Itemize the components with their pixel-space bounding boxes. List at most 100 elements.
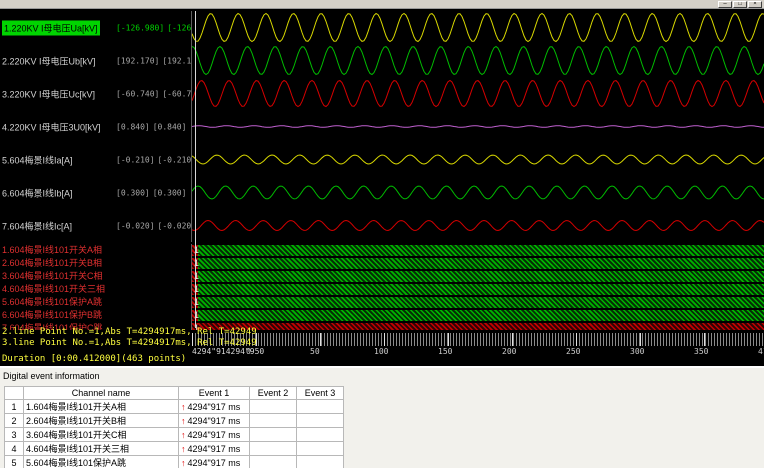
event2-cell [249,399,297,414]
state-on-segment [198,271,764,282]
event1-header: Event 1 [178,386,250,400]
digital-waveform-bar[interactable]: 1 [192,297,764,308]
time-ruler[interactable] [192,333,764,346]
event-channel-name: 2.604梅景I线101开关B相 [23,413,179,428]
waveform-area[interactable] [192,77,764,110]
row-number-header [4,386,24,400]
analog-channel-row[interactable]: 5.604梅景I线Ia[A] [-0.210][-0.210] [0,143,764,176]
state-on-segment [198,245,764,256]
duration-readout: Duration [0:00.412000](463 points) [2,354,187,364]
axis-tick-label: 50 [310,347,320,356]
waveform-area[interactable] [192,176,764,209]
digital-event-table: Channel name Event 1 Event 2 Event 3 1 1… [4,386,344,468]
channel-label-cell[interactable]: 2.220KV I母电压Ub[kV] [192.170][192.170] [0,44,192,77]
digital-channel-row[interactable]: 5.604梅景I线101保护A跳 1 [0,296,764,309]
event2-cell [249,455,297,468]
minimize-button[interactable]: – [718,1,732,8]
digital-waveform-bar[interactable]: 1 [192,245,764,256]
axis-tick-label: 350 [694,347,709,356]
cursor2-status-line: 2.line Point No.=1,Abs T=4294917ms, Rel … [2,327,257,337]
channel-label-cell[interactable]: 1.220KV I母电压Ua[kV] [-126.980][-126.980] [0,11,192,44]
event-row[interactable]: 4 4.604梅景I线101开关三相 ↑ 4294"917 ms [4,441,344,456]
analog-channel-label: 4.220KV I母电压3U0[kV] [2,122,101,132]
digital-waveform-bar[interactable]: 1 [192,323,764,330]
digital-waveform-bar[interactable]: 1 [192,258,764,269]
cursor1-value: [-126.980] [116,23,165,32]
cursor1-value: [0.300] [116,188,150,197]
maximize-button[interactable]: □ [733,1,747,8]
digital-channel-label: 1.604梅景I线101开关A相 [0,244,192,257]
digital-channel-list: 1.604梅景I线101开关A相 1 2.604梅景I线101开关B相 1 3.… [0,244,764,330]
cursor-values: [-126.980][-126.980] [116,23,191,32]
event3-cell [296,455,344,468]
channel-label-cell[interactable]: 6.604梅景I线Ib[A] [0.300] [0.300] [0,176,192,209]
channel-label-cell[interactable]: 3.220KV I母电压Uc[kV] [-60.740][-60.740] [0,77,192,110]
event2-cell [249,441,297,456]
waveform-area[interactable] [192,44,764,77]
rising-edge-icon: ↑ [181,457,186,468]
event-time: 4294"917 ms [187,443,241,454]
channel-label-cell[interactable]: 4.220KV I母电压3U0[kV] [0.840] [0.840] [0,110,192,143]
cursor1-value: [192.170] [116,56,160,65]
event-time: 4294"917 ms [187,415,241,426]
state-on-segment [198,310,764,321]
cursor-values: [0.300] [0.300] [116,188,186,197]
digital-channel-row[interactable]: 4.604梅景I线101开关三相 1 [0,283,764,296]
cursor2-value: [-60.740] [162,89,192,98]
analog-channel-list: 1.220KV I母电压Ua[kV] [-126.980][-126.980] … [0,11,764,242]
analog-channel-row[interactable]: 4.220KV I母电压3U0[kV] [0.840] [0.840] [0,110,764,143]
cursor-values: [-0.210][-0.210] [116,155,191,164]
waveform-area[interactable] [192,11,764,44]
digital-channel-row[interactable]: 2.604梅景I线101开关B相 1 [0,257,764,270]
cursor3-status-line: 3.line Point No.=1,Abs T=4294917ms, Rel … [2,338,257,348]
event-time: 4294"917 ms [187,429,241,440]
analog-channel-label: 1.220KV I母电压Ua[kV] [2,20,100,35]
digital-waveform-bar[interactable]: 1 [192,271,764,282]
cursor2-value: [0.840] [152,122,187,131]
event-row[interactable]: 2 2.604梅景I线101开关B相 ↑ 4294"917 ms [4,413,344,428]
analog-channel-row[interactable]: 6.604梅景I线Ib[A] [0.300] [0.300] [0,176,764,209]
row-number: 2 [4,413,24,428]
analog-channel-row[interactable]: 2.220KV I母电压Ub[kV] [192.170][192.170] [0,44,764,77]
cursor2-value: [-0.020] [157,221,192,230]
close-button[interactable]: × [748,1,762,8]
event1-cell: ↑ 4294"917 ms [178,427,250,442]
digital-waveform-bar[interactable]: 1 [192,284,764,295]
waveform-area[interactable] [192,143,764,176]
waveform-area[interactable] [192,209,764,242]
cursor-values: [-60.740][-60.740] [116,89,192,98]
event-row[interactable]: 1 1.604梅景I线101开关A相 ↑ 4294"917 ms [4,399,344,414]
digital-waveform-bar[interactable]: 1 [192,310,764,321]
channel-label-cell[interactable]: 5.604梅景I线Ia[A] [-0.210][-0.210] [0,143,192,176]
cursor1-value: [-0.210] [116,155,155,164]
event-row[interactable]: 5 5.604梅景I线101保护A跳 ↑ 4294"917 ms [4,455,344,468]
axis-tick-label: 200 [502,347,517,356]
digital-channel-row[interactable]: 6.604梅景I线101保护B跳 1 [0,309,764,322]
event2-header: Event 2 [249,386,297,400]
rising-edge-icon: ↑ [181,443,186,454]
analog-channel-row[interactable]: 1.220KV I母电压Ua[kV] [-126.980][-126.980] [0,11,764,44]
event3-cell [296,399,344,414]
axis-tick-label: 250 [566,347,581,356]
axis-tick-row: 4294"914294"950 0 50 100 150 200 250 300 350 41 [192,347,764,358]
channel-label-cell[interactable]: 7.604梅景I线Ic[A] [-0.020][-0.020] [0,209,192,242]
event1-cell: ↑ 4294"917 ms [178,413,250,428]
digital-channel-row[interactable]: 3.604梅景I线101开关C相 1 [0,270,764,283]
cursor-time-readout: 4294"914294"950 [192,347,265,356]
window-titlebar: – □ × [0,0,764,9]
analog-channel-label: 3.220KV I母电压Uc[kV] [2,89,96,99]
event1-cell: ↑ 4294"917 ms [178,399,250,414]
digital-channel-label: 3.604梅景I线101开关C相 [0,270,192,283]
event-row[interactable]: 3 3.604梅景I线101开关C相 ↑ 4294"917 ms [4,427,344,442]
event-channel-name: 3.604梅景I线101开关C相 [23,427,179,442]
rising-edge-icon: ↑ [181,415,186,426]
analog-channel-row[interactable]: 7.604梅景I线Ic[A] [-0.020][-0.020] [0,209,764,242]
digital-channel-row[interactable]: 1.604梅景I线101开关A相 1 [0,244,764,257]
waveform-area[interactable] [192,110,764,143]
event3-header: Event 3 [296,386,344,400]
event-channel-name: 1.604梅景I线101开关A相 [23,399,179,414]
time-cursor-line[interactable] [195,11,196,328]
analog-channel-row[interactable]: 3.220KV I母电压Uc[kV] [-60.740][-60.740] [0,77,764,110]
event-time: 4294"917 ms [187,401,241,412]
event-table-header: Channel name Event 1 Event 2 Event 3 [4,386,344,400]
